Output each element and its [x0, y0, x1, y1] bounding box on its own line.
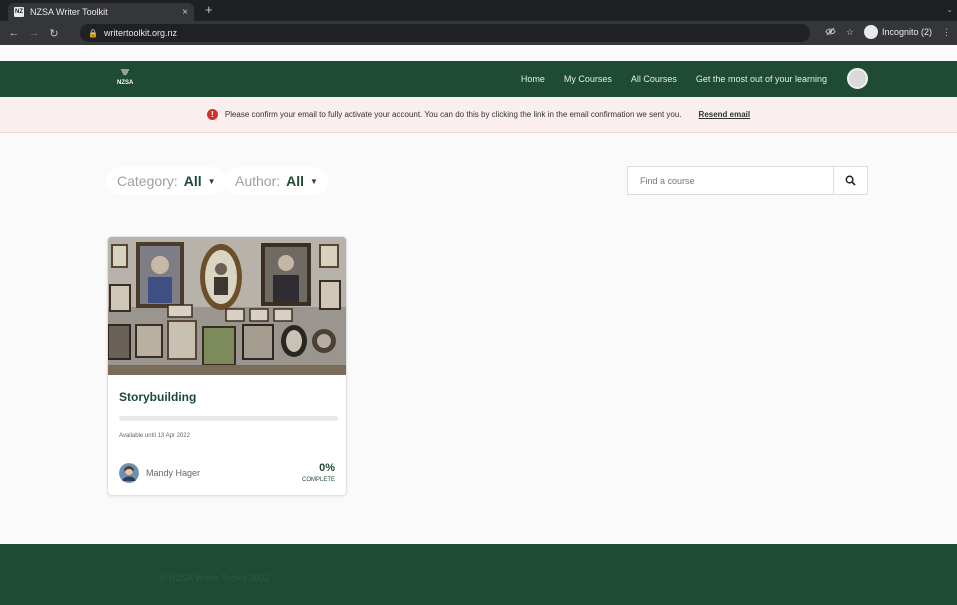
user-avatar[interactable] — [847, 68, 868, 89]
incognito-label: Incognito (2) — [881, 27, 932, 37]
author-name: Mandy Hager — [146, 468, 201, 478]
search-button[interactable] — [833, 167, 867, 194]
alert-icon: ! — [206, 109, 218, 120]
logo-mark-icon — [121, 69, 130, 75]
nav-learning-guide[interactable]: Get the most out of your learning — [696, 74, 827, 84]
caret-down-icon: ▼ — [207, 176, 216, 186]
author-avatar — [119, 463, 139, 483]
author-filter[interactable]: Author: All ▼ — [225, 167, 328, 195]
menu-icon[interactable]: ⋮ — [942, 27, 951, 38]
site-footer: © NZSA Writer Toolkit 2022 — [0, 544, 957, 605]
search-icon — [845, 175, 856, 186]
availability-text: Available until 13 Apr 2022 — [119, 433, 190, 439]
resend-email-link[interactable]: Resend email — [699, 110, 751, 119]
browser-tab[interactable]: NZ NZSA Writer Toolkit × — [8, 3, 194, 21]
forward-icon[interactable]: → — [28, 27, 40, 39]
nav-my-courses[interactable]: My Courses — [564, 74, 612, 84]
incognito-badge[interactable]: Incognito (2) — [863, 25, 932, 39]
course-thumbnail-image — [108, 237, 346, 375]
alert-message: Please confirm your email to fully activ… — [224, 110, 682, 119]
category-filter[interactable]: Category: All ▼ — [107, 167, 226, 195]
progress-bar — [119, 416, 338, 421]
address-bar[interactable]: 🔒 writertoolkit.org.nz — [80, 24, 810, 42]
back-icon[interactable]: ← — [8, 27, 20, 39]
category-value: All — [183, 173, 202, 189]
email-confirm-alert: ! Please confirm your email to fully act… — [0, 97, 957, 133]
logo-text: NZSA — [117, 80, 134, 86]
course-title[interactable]: Storybuilding — [119, 390, 196, 404]
site-header: NZSA Home My Courses All Courses Get the… — [0, 61, 957, 97]
author-value: All — [286, 173, 305, 189]
new-tab-icon[interactable]: + — [205, 3, 213, 17]
favicon-icon: NZ — [14, 7, 24, 17]
browser-toolbar: ← → ↻ 🔒 writertoolkit.org.nz ☆ Incognito… — [0, 21, 957, 45]
search-input[interactable] — [628, 167, 833, 194]
incognito-icon — [863, 25, 878, 39]
url-text: writertoolkit.org.nz — [103, 28, 177, 38]
chevron-down-icon[interactable]: ⌄ — [946, 5, 953, 14]
progress-percent: 0% — [319, 462, 335, 474]
site-logo[interactable]: NZSA — [117, 69, 133, 87]
close-tab-icon[interactable]: × — [182, 7, 188, 18]
footer-copyright: © NZSA Writer Toolkit 2022 — [160, 573, 270, 583]
progress-label: COMPLETE — [301, 477, 335, 483]
tab-title: NZSA Writer Toolkit — [30, 7, 108, 17]
caret-down-icon: ▼ — [310, 176, 318, 186]
lock-icon: 🔒 — [88, 28, 98, 38]
main-nav: Home My Courses All Courses Get the most… — [521, 61, 827, 97]
browser-tab-bar: NZ NZSA Writer Toolkit × + ⌄ — [0, 0, 957, 21]
category-label: Category: — [117, 173, 178, 189]
nav-home[interactable]: Home — [521, 74, 545, 84]
course-search — [627, 166, 868, 195]
course-card[interactable]: Storybuilding Available until 13 Apr 202… — [107, 236, 347, 496]
nav-all-courses[interactable]: All Courses — [631, 74, 677, 84]
star-icon[interactable]: ☆ — [846, 27, 854, 38]
eye-off-icon[interactable] — [825, 26, 836, 39]
author-label: Author: — [235, 173, 281, 189]
reload-icon[interactable]: ↻ — [48, 27, 60, 40]
